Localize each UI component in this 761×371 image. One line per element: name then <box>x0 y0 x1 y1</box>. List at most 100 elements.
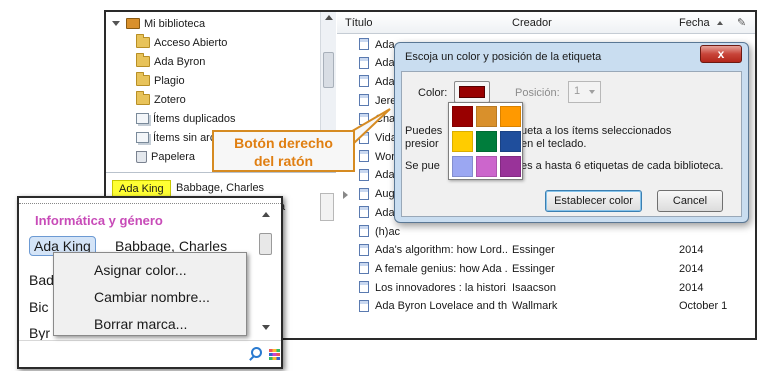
right-click-callout: Botón derecho del ratón <box>212 130 355 172</box>
folder-icon <box>136 91 150 105</box>
document-icon <box>359 168 369 181</box>
table-row[interactable]: Los innovadores : la histori... Isaacson 2… <box>337 279 755 296</box>
scroll-down-icon[interactable] <box>262 325 270 330</box>
table-row[interactable]: (h)ac <box>337 223 755 240</box>
callout-line-2: del ratón <box>253 153 314 169</box>
help-text-1a: Puedes <box>405 125 443 137</box>
document-icon <box>359 281 369 294</box>
document-icon <box>359 38 369 50</box>
item-title: Ada Byron Lovelace and th... <box>375 300 507 313</box>
zoom-top-divider <box>19 198 281 204</box>
palette-color-swatch[interactable] <box>476 106 497 127</box>
column-creator[interactable]: Creador <box>512 17 552 29</box>
attachment-column-icon[interactable]: ✎ <box>737 16 746 29</box>
help-text-2a: presior <box>405 138 439 150</box>
palette-color-swatch[interactable] <box>452 131 473 152</box>
table-row[interactable]: Ada's algorithm: how Lord... Essinger 2014 <box>337 242 755 259</box>
palette-color-swatch[interactable] <box>500 106 521 127</box>
tag-partial-bad[interactable]: Bad <box>29 272 54 288</box>
item-creator: Essinger <box>512 262 555 275</box>
palette-color-swatch[interactable] <box>452 156 473 177</box>
palette-color-swatch[interactable] <box>476 156 497 177</box>
tree-label: Papelera <box>151 150 196 163</box>
help-text-1b: ueta a los ítems seleccionados <box>521 125 672 137</box>
color-picker-button[interactable] <box>454 81 490 103</box>
tag-babbage[interactable]: Babbage, Charles <box>176 182 264 194</box>
color-palette <box>448 102 523 180</box>
tree-label: Ítems sin arc <box>153 131 216 144</box>
palette-color-swatch[interactable] <box>500 131 521 152</box>
column-title[interactable]: Título <box>345 17 373 29</box>
tree-label: Ítems duplicados <box>153 112 236 125</box>
scroll-up-icon[interactable] <box>262 212 270 217</box>
callout-line-1: Botón derecho <box>234 135 333 151</box>
item-date: 2014 <box>679 281 704 294</box>
search-icon[interactable] <box>251 347 262 358</box>
item-creator: Essinger <box>512 244 555 257</box>
tree-row-trash[interactable]: Papelera <box>136 147 195 166</box>
document-icon <box>359 187 369 200</box>
item-date: 2014 <box>679 244 704 257</box>
set-color-button[interactable]: Establecer color <box>545 190 642 212</box>
tree-row-zotero[interactable]: Zotero <box>136 90 186 109</box>
close-button[interactable]: x <box>700 45 742 63</box>
menu-item-rename[interactable]: Cambiar nombre... <box>94 289 210 305</box>
table-row[interactable]: A female genius: how Ada ... Essinger 2014 <box>337 260 755 277</box>
position-value: 1 <box>574 85 581 97</box>
item-title: (h)ac <box>375 225 401 238</box>
tag-scrollbar[interactable] <box>320 193 334 221</box>
tag-colors-grid-icon[interactable] <box>269 349 280 360</box>
trash-icon <box>136 150 147 163</box>
tree-row-duplicates[interactable]: Ítems duplicados <box>136 109 236 128</box>
collapse-triangle-icon[interactable] <box>112 21 120 26</box>
menu-item-assign-color[interactable]: Asignar color... <box>94 262 187 278</box>
palette-color-swatch[interactable] <box>452 106 473 127</box>
zoom-scrollbar[interactable] <box>257 208 275 336</box>
tag-partial-byr[interactable]: Byr <box>29 325 50 341</box>
scroll-thumb[interactable] <box>259 233 272 255</box>
tree-row-acceso-abierto[interactable]: Acceso Abierto <box>136 33 227 52</box>
table-row[interactable]: Ada Byron Lovelace and th... Wallmark Octo… <box>337 298 755 315</box>
tree-row-my-library[interactable]: Mi biblioteca <box>112 14 205 33</box>
item-title: Los innovadores : la histori... <box>375 281 507 294</box>
document-icon <box>359 56 369 69</box>
folder-icon <box>136 34 150 48</box>
tree-label: Plagio <box>154 74 185 87</box>
tree-label: Acceso Abierto <box>154 36 228 49</box>
item-date: October 1 <box>679 300 728 313</box>
position-select[interactable]: 1 <box>568 81 601 103</box>
scroll-thumb[interactable] <box>323 52 334 88</box>
document-icon <box>359 299 369 312</box>
expand-triangle-icon[interactable] <box>343 190 348 199</box>
library-icon <box>126 18 140 29</box>
document-icon <box>359 225 369 237</box>
item-creator: Isaacson <box>512 281 557 294</box>
selected-color-swatch <box>459 86 485 98</box>
palette-color-swatch[interactable] <box>476 131 497 152</box>
help-text-3b: es a hasta 6 etiquetas de cada bibliotec… <box>521 160 724 172</box>
document-icon <box>359 150 369 163</box>
duplicates-icon <box>136 113 149 124</box>
sort-ascending-icon[interactable] <box>717 21 723 25</box>
item-title: A female genius: how Ada ... <box>375 262 507 275</box>
tree-row-ada-byron[interactable]: Ada Byron <box>136 52 205 71</box>
column-date[interactable]: Fecha <box>679 17 710 29</box>
document-icon <box>359 75 369 88</box>
tree-row-plagio[interactable]: Plagio <box>136 71 185 90</box>
item-title: Ada's algorithm: how Lord... <box>375 244 507 257</box>
scroll-up-icon[interactable] <box>325 15 333 20</box>
tree-label: Mi biblioteca <box>144 17 206 30</box>
palette-color-swatch[interactable] <box>500 156 521 177</box>
tree-label: Zotero <box>154 93 186 106</box>
cancel-button[interactable]: Cancel <box>657 190 723 212</box>
chevron-down-icon <box>589 90 595 94</box>
document-icon <box>359 206 369 219</box>
color-label: Color: <box>418 87 448 99</box>
tree-row-unfiled[interactable]: Ítems sin arc <box>136 128 215 147</box>
menu-item-delete-tag[interactable]: Borrar marca... <box>94 316 187 332</box>
items-header: Título Creador Fecha ✎ <box>337 12 755 34</box>
tag-partial-bic[interactable]: Bic <box>29 299 48 315</box>
zoom-bottom-divider <box>19 340 281 341</box>
item-creator: Wallmark <box>512 300 558 313</box>
position-label: Posición: <box>515 87 560 99</box>
